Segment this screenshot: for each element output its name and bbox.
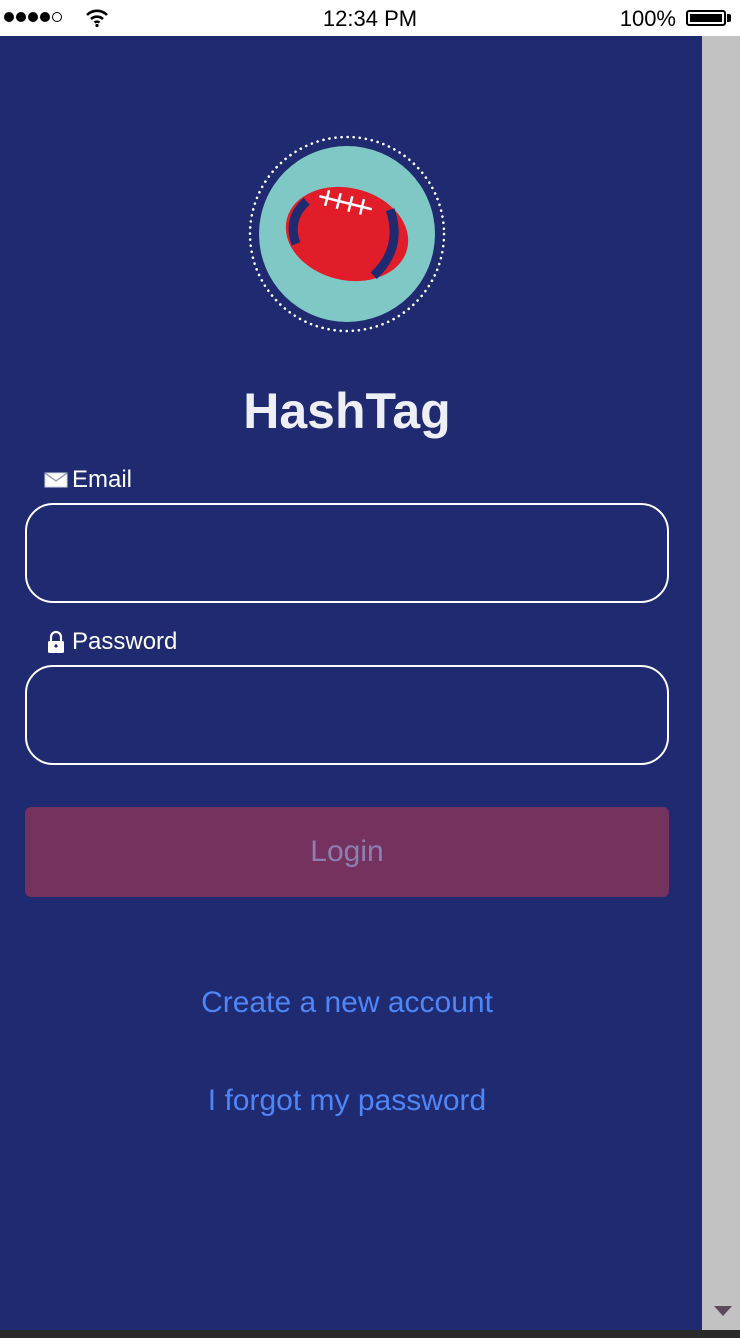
email-field[interactable]: [25, 503, 669, 603]
scrollbar[interactable]: [702, 36, 740, 1330]
password-field[interactable]: [25, 665, 669, 765]
status-bar: 12:34 PM 100%: [0, 0, 740, 36]
email-label: Email: [44, 466, 132, 494]
password-label: Password: [44, 628, 177, 656]
battery-icon: [686, 10, 726, 26]
create-account-link[interactable]: Create a new account: [0, 986, 694, 1020]
bottom-edge: [0, 1330, 740, 1338]
envelope-icon: [44, 472, 68, 488]
login-button[interactable]: Login: [25, 807, 669, 897]
battery-tip: [727, 14, 731, 22]
email-label-text: Email: [72, 466, 133, 493]
password-label-text: Password: [72, 628, 178, 655]
battery-percent: 100%: [619, 6, 676, 31]
lock-icon: [48, 630, 64, 653]
forgot-password-link[interactable]: I forgot my password: [0, 1084, 694, 1118]
app-title: HashTag: [243, 383, 451, 439]
scroll-down-arrow-icon[interactable]: [714, 1306, 732, 1316]
football-icon: [248, 135, 446, 333]
